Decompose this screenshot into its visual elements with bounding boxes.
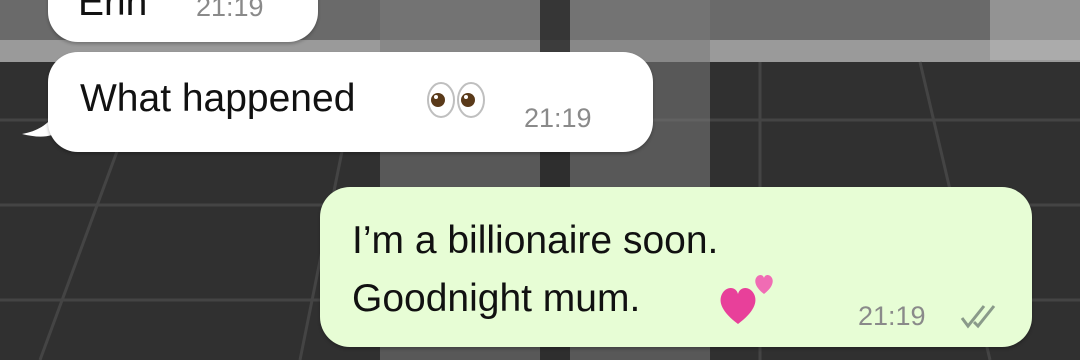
message-timestamp: 21:19 [524,103,592,133]
message-timestamp: 21:19 [858,301,926,331]
two-hearts-icon [720,275,773,324]
read-double-check-icon [960,305,996,329]
message-timestamp: 21:19 [196,0,264,22]
eyes-icon [427,82,485,118]
message-text-line-1: I’m a billionaire soon. [352,219,719,262]
message-text: What happened [80,77,356,120]
message-text: Erin [78,0,148,24]
message-text-line-2: Goodnight mum. [352,277,641,320]
